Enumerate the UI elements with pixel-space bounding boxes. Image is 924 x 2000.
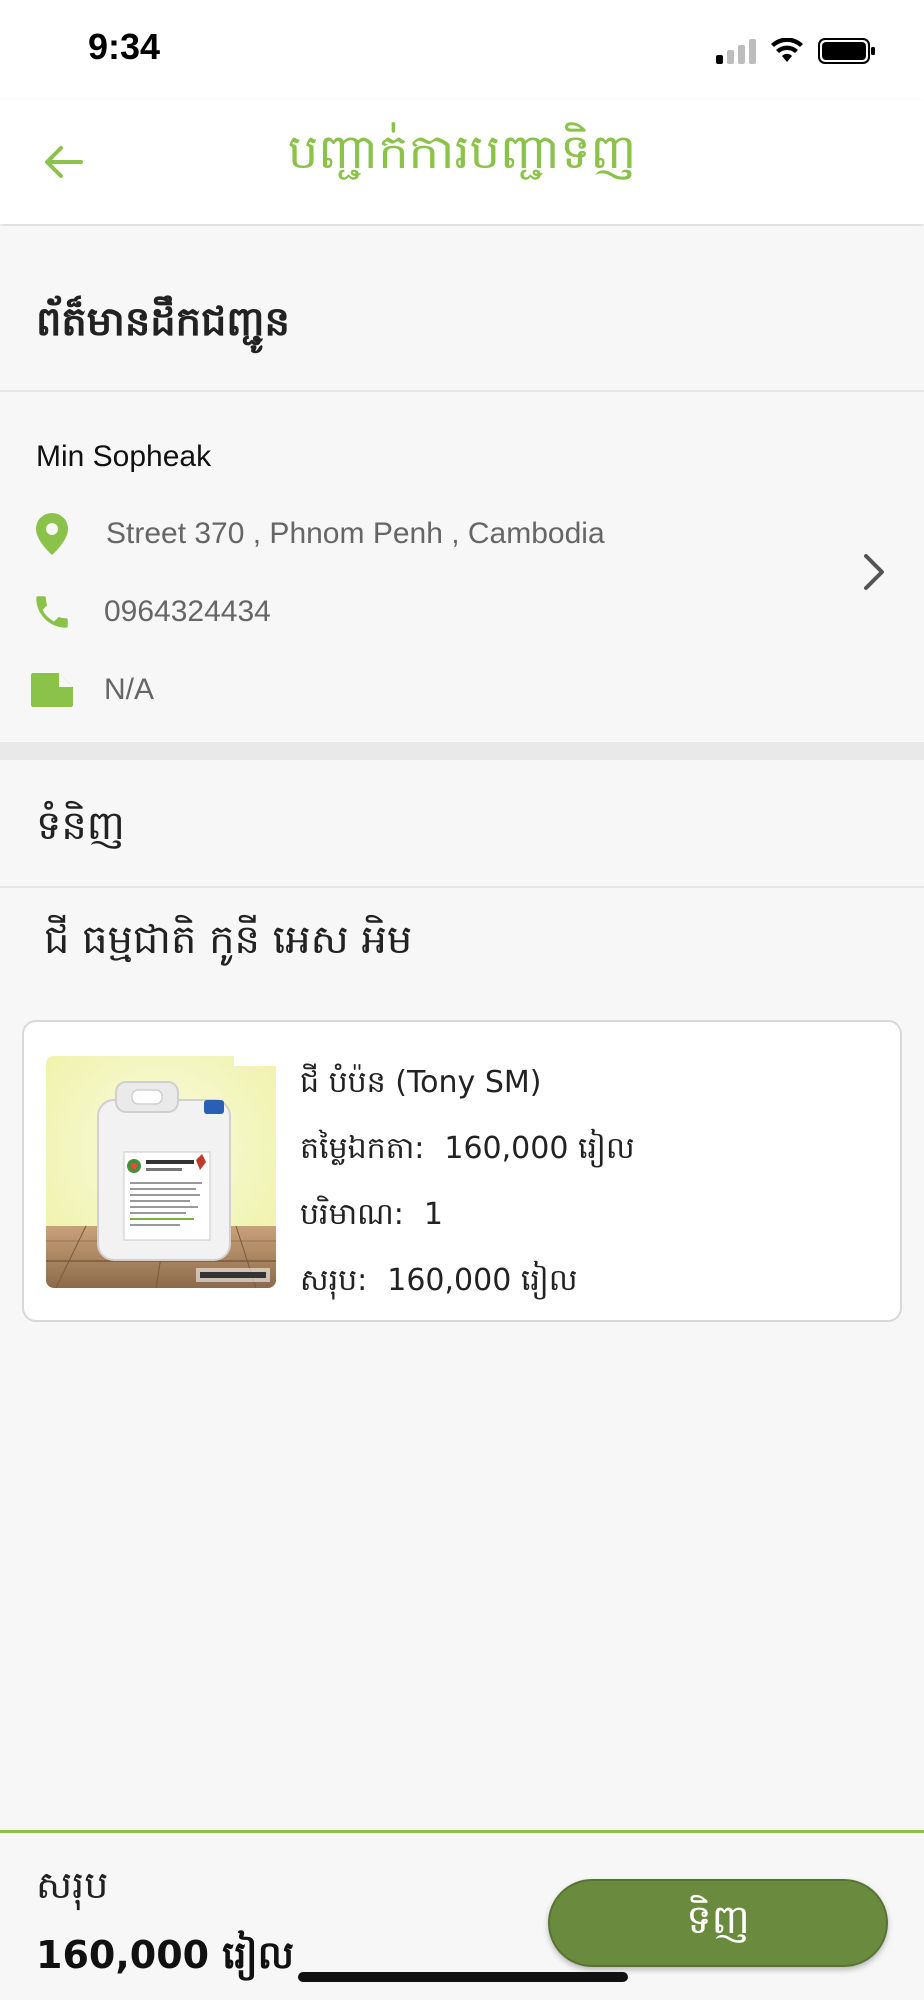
unit-price-row: តម្លៃឯកតា: 160,000 រៀល <box>300 1116 635 1182</box>
quantity-value: 1 <box>423 1197 443 1232</box>
subtotal-label: សរុប: <box>300 1263 368 1298</box>
phone-row: 0964324434 <box>26 582 271 642</box>
product-category-label: ជី ធម្មជាតិ កូនី អេស អិម <box>44 917 413 963</box>
customer-name: Min Sopheak <box>36 440 212 473</box>
quantity-row: បរិមាណ: 1 <box>300 1182 635 1248</box>
product-card[interactable]: ជី បំប៉ន (Tony SM) តម្លៃឯកតា: 160,000 រៀល… <box>22 1020 902 1322</box>
subtotal-value: 160,000 រៀល <box>387 1263 578 1298</box>
unit-price-value: 160,000 រៀល <box>444 1131 635 1166</box>
chevron-right-icon[interactable] <box>854 542 894 602</box>
status-time: 9:34 <box>88 26 161 67</box>
buy-button[interactable]: ទិញ <box>548 1879 888 1967</box>
subtotal-row: សរុប: 160,000 រៀល <box>300 1248 635 1314</box>
note-row: N/A <box>26 660 154 720</box>
address-text: Street 370 , Phnom Penh , Cambodia <box>106 517 605 550</box>
products-section-header: ទំនិញ <box>0 760 924 888</box>
unit-price-label: តម្លៃឯកតា: <box>300 1131 425 1166</box>
page-title: បញ្ជាក់ការបញ្ជាទិញ <box>287 124 637 180</box>
wifi-icon <box>771 38 803 62</box>
app-header: បញ្ជាក់ការបញ្ជាទិញ <box>0 100 924 224</box>
delivery-info-card[interactable]: Min Sopheak Street 370 , Phnom Penh , Ca… <box>0 392 924 742</box>
product-image <box>46 1056 276 1288</box>
total-label: សរុប <box>36 1863 109 1907</box>
home-indicator <box>298 1972 628 1982</box>
product-info: ជី បំប៉ន (Tony SM) តម្លៃឯកតា: 160,000 រៀល… <box>300 1050 635 1314</box>
delivery-heading: ព័ត៏មានដឹកជញ្ជូន <box>36 299 290 345</box>
products-heading: ទំនិញ <box>36 803 125 849</box>
total-value: 160,000 រៀល <box>36 1933 294 1977</box>
cellular-signal-icon <box>716 38 756 64</box>
status-icons <box>716 34 876 68</box>
location-pin-icon <box>26 508 78 560</box>
note-icon <box>26 664 78 716</box>
address-row: Street 370 , Phnom Penh , Cambodia <box>26 504 605 564</box>
note-text: N/A <box>104 673 155 706</box>
battery-icon <box>818 38 875 64</box>
section-divider <box>0 742 924 760</box>
product-name: ជី បំប៉ន (Tony SM) <box>300 1065 542 1100</box>
phone-text: 0964324434 <box>104 595 271 628</box>
quantity-label: បរិមាណ: <box>300 1197 404 1232</box>
phone-icon <box>26 586 78 638</box>
delivery-section-header: ព័ត៏មានដឹកជញ្ជូន <box>0 226 924 392</box>
status-bar: 9:34 <box>0 0 924 100</box>
